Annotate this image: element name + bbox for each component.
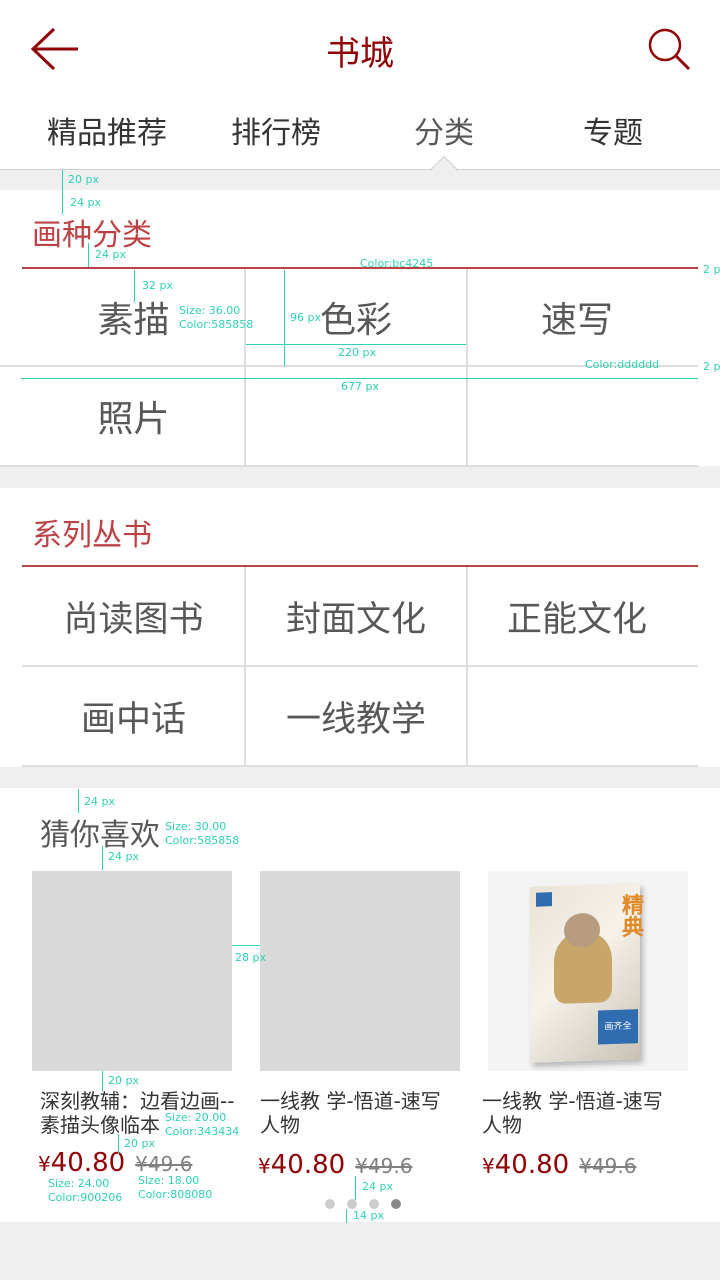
measure-line bbox=[21, 378, 698, 379]
book-title: 一线教 学-悟道-速写人物 bbox=[260, 1089, 441, 1137]
series-item-fengmian[interactable]: 封面文化 bbox=[247, 567, 465, 665]
series-item-yixian[interactable]: 一线教学 bbox=[247, 667, 465, 765]
measure-label: Color:bc4245 bbox=[360, 257, 434, 270]
measure-label: Size: 20.00 bbox=[165, 1111, 227, 1124]
currency-symbol: ¥ bbox=[38, 1152, 51, 1176]
measure-label: 24 px bbox=[95, 248, 126, 261]
book-old-price: ¥49.6 bbox=[355, 1154, 413, 1178]
tab-ranking[interactable]: 排行榜 bbox=[186, 108, 366, 152]
tab-recommend[interactable]: 精品推荐 bbox=[17, 108, 197, 152]
measure-label: Size: 24.00 bbox=[48, 1177, 110, 1190]
series-item-shangdu[interactable]: 尚读图书 bbox=[22, 567, 245, 665]
page-indicator[interactable] bbox=[325, 1199, 401, 1209]
cover-label: 画齐全 bbox=[598, 1009, 638, 1045]
measure-line bbox=[232, 945, 260, 946]
page-dot[interactable] bbox=[347, 1199, 357, 1209]
price-row: ¥40.80 ¥49.6 bbox=[258, 1150, 412, 1180]
book-cover[interactable] bbox=[260, 871, 460, 1071]
genre-section: 画种分类 素描 色彩 速写 照片 bbox=[0, 190, 720, 467]
measure-label: 2 px bbox=[703, 263, 720, 276]
price-row: ¥40.80 ¥49.6 bbox=[482, 1150, 636, 1180]
search-button[interactable] bbox=[646, 26, 692, 72]
book-cover[interactable] bbox=[32, 871, 232, 1071]
series-item-zhengneng[interactable]: 正能文化 bbox=[467, 567, 687, 665]
book-card[interactable]: 一线教 学-悟道-速写人物 bbox=[260, 871, 460, 1137]
page-title: 书城 bbox=[326, 34, 394, 74]
measure-label: Color:900206 bbox=[48, 1191, 123, 1204]
page-dot[interactable] bbox=[369, 1199, 379, 1209]
series-title: 系列丛书 bbox=[32, 518, 152, 553]
series-section: 系列丛书 尚读图书 封面文化 正能文化 画中话 一线教学 bbox=[0, 488, 720, 767]
book-cover-art: 精典 画齐全 bbox=[530, 883, 643, 1063]
series-item-huazhonghua[interactable]: 画中话 bbox=[22, 667, 245, 765]
genre-item-quick-sketch[interactable]: 速写 bbox=[467, 269, 687, 365]
measure-label: 24 px bbox=[362, 1180, 393, 1193]
book-cover[interactable]: 精典 画齐全 bbox=[488, 871, 688, 1071]
page-dot[interactable] bbox=[325, 1199, 335, 1209]
measure-label: Color:585858 bbox=[165, 834, 240, 847]
measure-line bbox=[62, 170, 63, 190]
measure-label: 28 px bbox=[235, 951, 266, 964]
measure-line bbox=[88, 243, 89, 267]
measure-label: Color:808080 bbox=[138, 1188, 213, 1201]
grid-line bbox=[0, 465, 698, 467]
search-icon bbox=[648, 28, 691, 71]
book-card[interactable]: 深刻教辅：边看边画--素描头像临本 bbox=[32, 871, 234, 1137]
grid-line bbox=[244, 269, 246, 466]
measure-label: Size: 36.00 bbox=[179, 304, 241, 317]
measure-line bbox=[134, 270, 135, 302]
tab-topics[interactable]: 专题 bbox=[523, 108, 703, 152]
grid-line bbox=[22, 665, 698, 667]
page-dot[interactable] bbox=[391, 1199, 401, 1209]
measure-label: 677 px bbox=[341, 380, 379, 393]
book-old-price: ¥49.6 bbox=[135, 1152, 193, 1176]
book-title: 一线教 学-悟道-速写人物 bbox=[482, 1089, 663, 1137]
book-price: 40.80 bbox=[270, 1150, 346, 1180]
measure-label: Color:585858 bbox=[179, 318, 254, 331]
currency-symbol: ¥ bbox=[258, 1154, 271, 1178]
measure-label: 96 px bbox=[290, 311, 321, 324]
measure-label: Size: 18.00 bbox=[138, 1174, 200, 1187]
genre-title: 画种分类 bbox=[32, 218, 152, 253]
grid-line bbox=[22, 765, 698, 767]
book-price: 40.80 bbox=[50, 1148, 126, 1178]
measure-label: 20 px bbox=[124, 1137, 155, 1150]
measure-line bbox=[246, 344, 466, 345]
measure-label: Color:343434 bbox=[165, 1125, 240, 1138]
book-price: 40.80 bbox=[494, 1150, 570, 1180]
measure-line bbox=[118, 1134, 119, 1154]
measure-line bbox=[102, 1071, 103, 1091]
measure-line bbox=[355, 1176, 356, 1200]
measure-line bbox=[78, 789, 79, 813]
measure-label: 2 px bbox=[703, 360, 720, 373]
top-bar: 书城 bbox=[0, 0, 720, 100]
measure-line bbox=[346, 1209, 347, 1223]
measure-label: Color:dddddd bbox=[585, 358, 660, 371]
measure-label: 14 px bbox=[353, 1209, 384, 1222]
measure-line bbox=[284, 270, 285, 366]
cover-big-text: 精典 bbox=[618, 892, 643, 938]
book-card[interactable]: 精典 画齐全 一线教 学-悟道-速写人物 bbox=[482, 871, 688, 1137]
measure-label: 24 px bbox=[70, 196, 101, 209]
measure-label: 24 px bbox=[84, 795, 115, 808]
tab-category[interactable]: 分类 bbox=[354, 108, 534, 152]
guess-title: 猜你喜欢 bbox=[40, 818, 160, 853]
measure-label: 20 px bbox=[108, 1074, 139, 1087]
genre-item-photo[interactable]: 照片 bbox=[22, 367, 245, 465]
category-tabs: 精品推荐 排行榜 分类 专题 bbox=[0, 100, 720, 170]
cover-badge bbox=[536, 892, 552, 907]
measure-label: Size: 30.00 bbox=[165, 820, 227, 833]
measure-label: 32 px bbox=[142, 279, 173, 292]
measure-label: 20 px bbox=[68, 173, 99, 186]
book-old-price: ¥49.6 bbox=[579, 1154, 637, 1178]
currency-symbol: ¥ bbox=[482, 1154, 495, 1178]
measure-label: 220 px bbox=[338, 346, 376, 359]
measure-line bbox=[62, 190, 63, 214]
measure-line bbox=[102, 846, 103, 870]
grid-line bbox=[466, 269, 468, 466]
measure-label: 24 px bbox=[108, 850, 139, 863]
